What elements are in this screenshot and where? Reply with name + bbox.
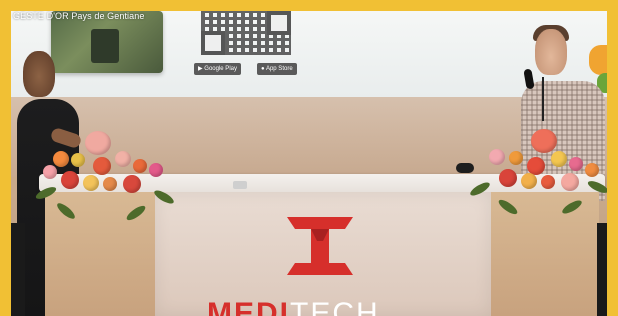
google-play-icon: ▶ <box>198 66 203 72</box>
meditech-logo-mark <box>287 217 353 275</box>
lanyard <box>542 77 544 121</box>
stool-left <box>11 223 25 316</box>
stool-right <box>597 223 607 316</box>
video-scene[interactable]: ▶ Google Play ● App Store MEDITECH GESTE… <box>11 11 607 316</box>
flower-bouquet-left <box>34 129 185 229</box>
desk-device <box>233 181 247 189</box>
slide-decoration-orange <box>589 45 607 75</box>
video-title[interactable]: GESTE D'OR Pays de Gentiane <box>13 11 144 21</box>
logo-text-rest: TECH <box>290 297 380 316</box>
google-play-label: Google Play <box>204 66 237 72</box>
qr-code <box>201 11 291 55</box>
logo-text-brand: MEDI <box>207 297 290 316</box>
left-speaker-head <box>23 51 55 97</box>
app-store-label: App Store <box>265 66 293 72</box>
right-speaker-head <box>535 29 567 75</box>
phone-image <box>91 29 119 63</box>
apple-icon: ● <box>261 66 265 72</box>
meditech-logo-text: MEDITECH <box>207 299 380 316</box>
google-play-badge: ▶ Google Play <box>194 63 241 75</box>
app-store-badge: ● App Store <box>257 63 297 75</box>
flower-bouquet-right <box>468 123 607 223</box>
